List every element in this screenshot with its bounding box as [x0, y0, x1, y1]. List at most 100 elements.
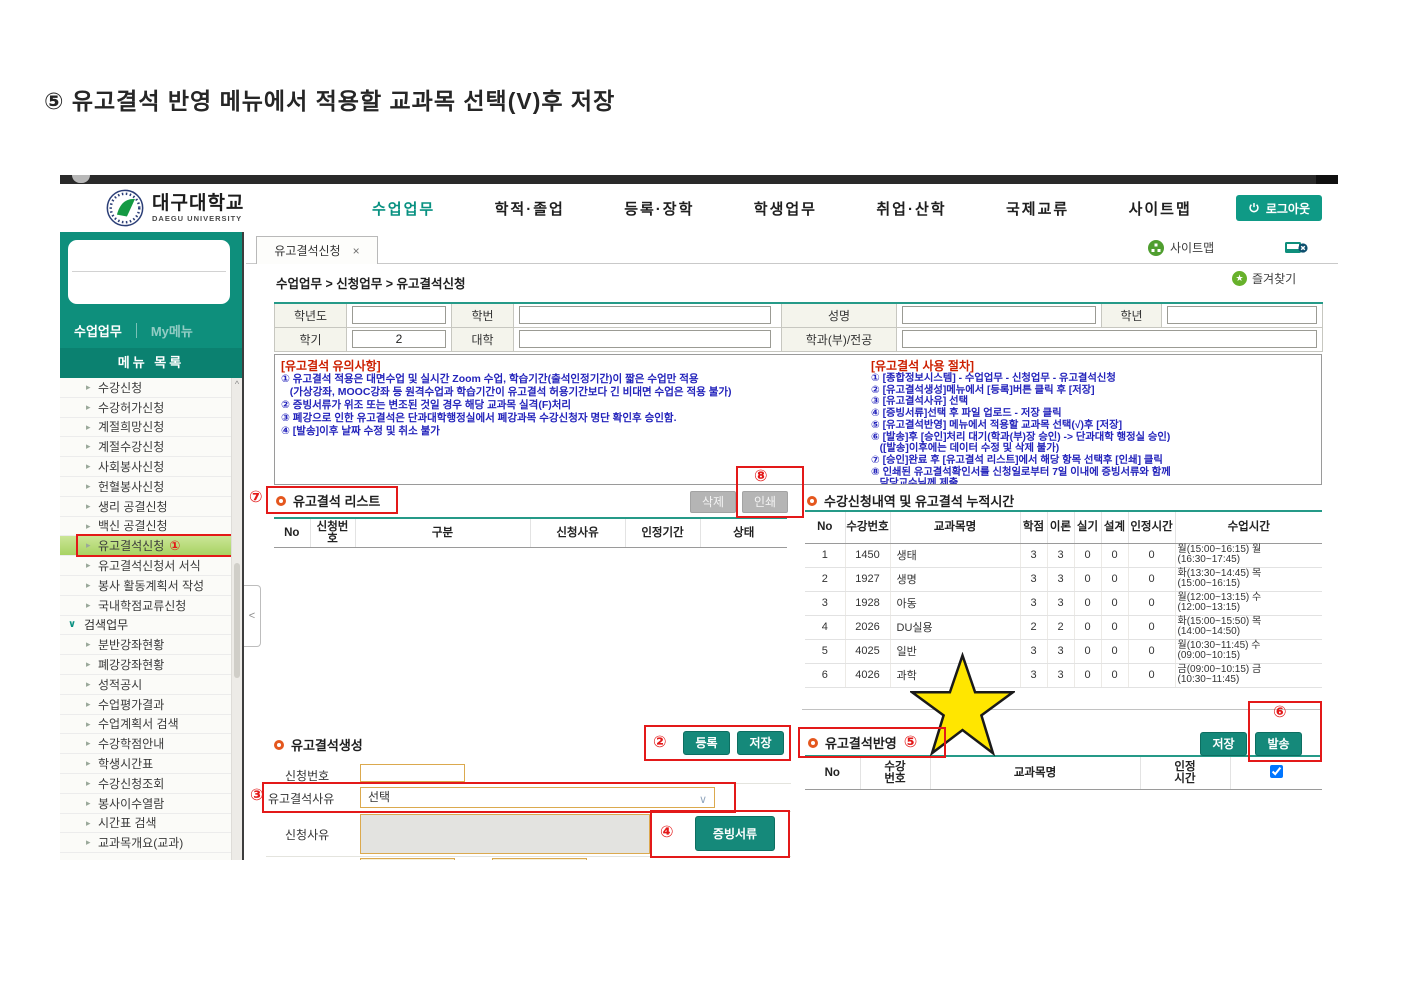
sitemap-link[interactable]: 사이트맵 — [1148, 239, 1214, 256]
col-practice: 실기 — [1074, 511, 1102, 544]
sidebar-item-class-eval[interactable]: ▸ 수업평가결과 — [60, 695, 242, 715]
col-apply-no: 신청번호 — [310, 518, 356, 548]
sidebar-item-seasonal-course[interactable]: ▸ 계절수강신청 — [60, 437, 242, 458]
sidebar-item-closed-courses[interactable]: ▸ 폐강강좌현황 — [60, 655, 242, 675]
menu-list: ▸ 수강신청 ▸ 수강허가신청 ▸ 계절희망신청 ▸ 계절수강신청 ▸ 사회봉사신청 ▸ 헌… — [60, 378, 242, 860]
col-no: No — [805, 756, 861, 790]
apply-no-input[interactable] — [360, 764, 465, 782]
year-input[interactable] — [352, 306, 446, 325]
breadcrumb: 수업업무 > 신청업무 > 유고결석신청 — [276, 277, 466, 291]
save-button-apply[interactable]: 저장 — [1200, 732, 1247, 756]
sidebar-item-service-record[interactable]: ▸ 봉사이수열람 — [60, 794, 242, 814]
annotation-1: ① — [169, 537, 181, 553]
logo-subtitle: DAEGU UNIVERSITY — [152, 213, 243, 223]
sidebar-item-label: 교과목개요(교과) — [98, 836, 184, 851]
courses-title-label: 수강신청내역 및 유고결석 누적시간 — [824, 494, 1015, 509]
nav-class-work[interactable]: 수업업무 — [372, 198, 435, 219]
notice-line: ④ [발송]이후 날짜 수정 및 취소 불가 — [281, 425, 440, 437]
sidebar-item-social-service[interactable]: ▸ 사회봉사신청 — [60, 457, 242, 477]
tab-yugo-absence[interactable]: 유고결석신청 × — [256, 236, 378, 264]
reason-textarea[interactable] — [360, 814, 650, 854]
favorites-link[interactable]: ★ 즐겨찾기 — [1232, 270, 1296, 287]
sidebar-item-label: 국내학점교류신청 — [98, 598, 187, 613]
college-input[interactable] — [519, 330, 771, 348]
student-id-input[interactable] — [519, 306, 771, 325]
scrollbar-thumb[interactable] — [234, 563, 240, 678]
label-name: 성명 — [781, 302, 897, 328]
sidebar-item-syllabus-search[interactable]: ▸ 수업계획서 검색 — [60, 715, 242, 735]
sidebar-item-label: 유고결석신청 — [98, 539, 165, 554]
nav-records-graduation[interactable]: 학적·졸업 — [495, 198, 565, 219]
nav-international[interactable]: 국제교류 — [1006, 198, 1069, 219]
annotation-3: ③ — [250, 787, 264, 804]
sidebar: 수업업무 My메뉴 메뉴 목록 ▸ 수강신청 ▸ 수강허가신청 ▸ 계절희망신청 ▸ 계… — [60, 232, 244, 860]
attach-document-button[interactable]: 증빙서류 — [695, 816, 775, 851]
register-button[interactable]: 등록 — [683, 731, 730, 755]
sidebar-item-yugo-absence-apply[interactable]: ▸ 유고결석신청 ① — [60, 534, 242, 558]
sidebar-item-course-apply[interactable]: ▸ 수강신청 — [60, 378, 242, 398]
logo-name: 대구대학교 — [152, 192, 245, 214]
sidebar-item-label: 수강학점안내 — [98, 737, 165, 752]
annotation-7: ⑦ — [249, 489, 263, 506]
sidebar-item-student-timetable[interactable]: ▸ 학생시간표 — [60, 754, 242, 774]
print-button[interactable]: 인쇄 — [742, 491, 788, 513]
select-all-checkbox[interactable] — [1269, 764, 1283, 778]
sidebar-item-credit-guide[interactable]: ▸ 수강학점안내 — [60, 734, 242, 755]
notice-line: ⑧ 인쇄된 유고결석확인서를 신청일로부터 7일 이내에 증빙서류와 함께 — [871, 466, 1171, 478]
table-row: 5 4025 일반 3 3 0 0 0 월(10:30~11:45) 수(09:00~10:15… — [805, 639, 1322, 664]
right-section-divider — [802, 709, 1322, 710]
scroll-up-icon[interactable]: ^ — [232, 378, 242, 391]
sidebar-item-timetable-search[interactable]: ▸ 시간표 검색 — [60, 814, 242, 834]
strip-notch — [72, 175, 90, 183]
nav-career-industry[interactable]: 취업·산학 — [876, 198, 946, 219]
table-row: 2 1927 생명 3 3 0 0 0 화(13:30~14:45) 목(15:00~16:15… — [805, 567, 1322, 592]
notice-line: (가상강좌, MOOC강좌 등 원격수업과 학습기간이 유고결석 허용기간보다 … — [281, 386, 732, 398]
notice-procedure: [유고결석 사용 절차] ① [종합정보시스템] - 수업업무 - 신청업무 -… — [871, 359, 1319, 484]
sidebar-item-label: 계절수강신청 — [98, 440, 165, 455]
semester-input[interactable]: 2 — [352, 330, 446, 348]
period-end-input[interactable] — [492, 858, 587, 860]
sidebar-item-course-permission[interactable]: ▸ 수강허가신청 — [60, 398, 242, 418]
name-input[interactable] — [902, 306, 1096, 325]
sidebar-item-domestic-credit[interactable]: ▸ 국내학점교류신청 — [60, 596, 242, 616]
university-logo[interactable]: 대구대학교 DAEGU UNIVERSITY — [106, 189, 306, 227]
sidebar-item-course-overview[interactable]: ▸ 교과목개요(교과) — [60, 833, 242, 854]
reason-select[interactable]: 선택 ∨ — [360, 787, 715, 808]
nav-sitemap[interactable]: 사이트맵 — [1129, 198, 1192, 219]
arrow-icon: ▸ — [86, 441, 91, 452]
sidebar-item-seasonal-hope[interactable]: ▸ 계절희망신청 — [60, 418, 242, 438]
delete-button[interactable]: 삭제 — [690, 491, 736, 513]
sidebar-tab-class-work[interactable]: 수업업무 — [60, 321, 136, 340]
sidebar-item-blood-donation[interactable]: ▸ 헌혈봉사신청 — [60, 477, 242, 497]
form-divider — [266, 783, 791, 784]
department-input[interactable] — [902, 330, 1317, 348]
sidebar-item-label: 봉사이수열람 — [98, 796, 165, 811]
sidebar-item-vaccine-absence[interactable]: ▸ 백신 공결신청 — [60, 517, 242, 537]
period-start-input[interactable] — [360, 858, 455, 860]
save-button-create[interactable]: 저장 — [737, 731, 784, 755]
nav-registration-scholarship[interactable]: 등록·장학 — [624, 198, 694, 219]
grade-input[interactable] — [1167, 306, 1317, 325]
logout-button[interactable]: 로그아웃 — [1235, 195, 1322, 221]
sidebar-collapse-button[interactable]: < — [244, 585, 261, 647]
table-row: 6 4026 과학 3 3 0 0 0 금(09:00~10:15) 금(10:30~11:45… — [805, 663, 1322, 688]
sidebar-item-enrollment-lookup[interactable]: ▸ 수강신청조회 — [60, 774, 242, 794]
send-button[interactable]: 발송 — [1255, 732, 1302, 756]
table-row: 3 1928 아동 3 3 0 0 0 월(12:00~13:15) 수(12:00~13:15… — [805, 591, 1322, 616]
tab-close-icon[interactable]: × — [353, 244, 360, 258]
sidebar-item-class-division[interactable]: ▸ 분반강좌현황 — [60, 635, 242, 656]
sidebar-item-yugo-absence-form[interactable]: ▸ 유고결석신청서 서식 — [60, 556, 242, 576]
sidebar-item-service-plan[interactable]: ▸ 봉사 활동계획서 작성 — [60, 576, 242, 596]
sidebar-tab-mymenu[interactable]: My메뉴 — [137, 321, 207, 340]
sidebar-scrollbar[interactable]: ^ — [231, 378, 242, 860]
sidebar-item-grade-posting[interactable]: ▸ 성적공시 — [60, 675, 242, 695]
nav-student-affairs[interactable]: 학생업무 — [754, 198, 817, 219]
close-all-tabs-icon[interactable] — [1284, 240, 1308, 256]
sidebar-item-label: 유고결석신청서 서식 — [98, 559, 201, 574]
sidebar-section-search-work[interactable]: ∨ 검색업무 — [60, 616, 242, 636]
sidebar-item-label: 백신 공결신청 — [98, 519, 168, 534]
sidebar-item-menstrual-absence[interactable]: ▸ 생리 공결신청 — [60, 497, 242, 517]
browser-top-strip — [60, 175, 1338, 184]
notice-line: ③ 폐강으로 인한 유고결석은 단과대학행정실에서 폐강과목 수강신청자 명단 … — [281, 412, 677, 424]
notice-procedure-title: [유고결석 사용 절차] — [871, 359, 974, 373]
